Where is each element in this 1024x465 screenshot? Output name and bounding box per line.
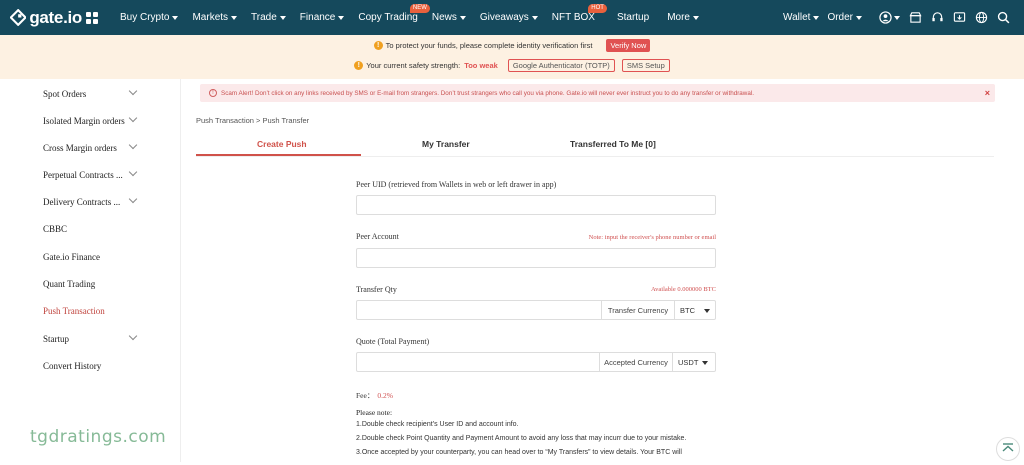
nav-finance[interactable]: Finance xyxy=(300,12,345,23)
transfer-qty-group: Transfer Currency BTC xyxy=(356,300,716,320)
transfer-currency-label: Transfer Currency xyxy=(602,301,675,319)
chevron-down-icon xyxy=(531,15,538,20)
chevron-down-icon xyxy=(813,15,820,20)
fee-row: Fee： 0.2% xyxy=(356,390,393,401)
chevron-down-icon xyxy=(128,167,138,177)
download-app-icon[interactable] xyxy=(953,11,966,24)
note-line: 2.Double check Point Quantity and Paymen… xyxy=(356,435,687,442)
nav-order[interactable]: Order xyxy=(827,12,862,23)
chevron-down-icon xyxy=(856,15,862,20)
nav-trade[interactable]: Trade xyxy=(251,12,286,23)
quote-group: Accepted Currency USDT xyxy=(356,352,716,372)
top-nav: gate.io Buy Crypto Markets Trade Finance… xyxy=(0,0,1024,35)
nav-startup[interactable]: Startup xyxy=(617,12,649,23)
main-menu: Buy Crypto Markets Trade Finance Copy Tr… xyxy=(120,0,713,35)
sms-setup-button[interactable]: SMS Setup xyxy=(621,59,670,72)
nav-news[interactable]: News xyxy=(432,12,466,23)
transfer-qty-input[interactable] xyxy=(357,301,602,319)
fee-label: Fee： xyxy=(356,391,375,400)
nav-more[interactable]: More xyxy=(667,12,699,23)
sidebar-item-push-transaction[interactable]: Push Transaction xyxy=(43,306,143,316)
sidebar-item-convert-history[interactable]: Convert History xyxy=(43,361,143,371)
nav-buy-crypto[interactable]: Buy Crypto xyxy=(120,12,179,23)
peer-uid-input[interactable] xyxy=(356,195,716,215)
peer-account-label: Peer Account xyxy=(356,232,399,241)
quote-label: Quote (Total Payment) xyxy=(356,337,430,346)
nav-right: Wallet Order xyxy=(783,0,1010,35)
sidebar-item-gate-finance[interactable]: Gate.io Finance xyxy=(43,252,143,262)
peer-account-hint: Note: input the receiver's phone number … xyxy=(588,234,716,241)
note-line: 3.Once accepted by your counterparty, yo… xyxy=(356,449,682,456)
sidebar: Spot Orders Isolated Margin orders Cross… xyxy=(0,79,181,462)
transfer-currency-select[interactable]: BTC xyxy=(675,301,715,319)
accepted-currency-label: Accepted Currency xyxy=(600,353,673,371)
brand-logo[interactable]: gate.io xyxy=(10,8,82,28)
chevron-down-icon xyxy=(128,194,138,204)
available-balance: Available 0.000000 BTC xyxy=(650,286,716,293)
chevron-down-icon xyxy=(172,15,179,20)
chevron-down-icon xyxy=(279,15,286,20)
verify-now-button[interactable]: Verify Now xyxy=(606,39,651,52)
breadcrumb: Push Transaction > Push Transfer xyxy=(196,116,310,125)
tab-my-transfer[interactable]: My Transfer xyxy=(422,139,470,149)
chevron-down-icon xyxy=(894,15,900,20)
note-line: 1.Double check recipient’s User ID and a… xyxy=(356,421,519,428)
tab-create-push[interactable]: Create Push xyxy=(257,139,307,149)
new-badge: NEW xyxy=(409,4,430,13)
fee-value: 0.2% xyxy=(377,391,393,400)
google-authenticator-button[interactable]: Google Authenticator (TOTP) xyxy=(507,59,615,72)
close-icon[interactable]: × xyxy=(985,88,990,98)
identity-notice-text: To protect your funds, please complete i… xyxy=(385,41,593,50)
store-icon[interactable] xyxy=(909,11,922,24)
user-avatar-icon[interactable] xyxy=(879,11,892,24)
notes-title: Please note: xyxy=(356,408,393,417)
scam-alert: ! Scam Alert! Don’t click on any links r… xyxy=(200,84,995,102)
sidebar-item-isolated-margin-orders[interactable]: Isolated Margin orders xyxy=(43,116,135,126)
nav-copy-trading[interactable]: Copy Trading NEW xyxy=(358,4,430,23)
gate-logo-icon xyxy=(10,9,27,26)
chevron-down-icon xyxy=(338,15,345,20)
tab-transferred-to-me[interactable]: Transferred To Me [0] xyxy=(570,139,656,149)
chevron-down-icon xyxy=(459,15,466,20)
alert-info-icon: ! xyxy=(209,89,217,97)
support-icon[interactable] xyxy=(931,11,944,24)
chevron-down-icon xyxy=(231,15,238,20)
nav-nft-box[interactable]: NFT BOX HOT xyxy=(552,4,607,23)
transfer-tabs: Create Push My Transfer Transferred To M… xyxy=(196,133,994,157)
accepted-currency-select[interactable]: USDT xyxy=(673,353,713,371)
active-tab-indicator xyxy=(196,154,361,156)
apps-grid-icon[interactable] xyxy=(86,11,98,24)
sidebar-item-delivery-contracts[interactable]: Delivery Contracts ... xyxy=(43,197,127,207)
warning-icon: ! xyxy=(354,61,364,70)
caret-down-icon xyxy=(704,309,710,313)
nav-markets[interactable]: Markets xyxy=(192,12,238,23)
sidebar-item-cbbc[interactable]: CBBC xyxy=(43,224,143,234)
safety-level: Too weak xyxy=(464,61,498,70)
nav-giveaways[interactable]: Giveaways xyxy=(480,12,538,23)
transfer-currency-value: BTC xyxy=(680,305,695,315)
peer-account-input[interactable] xyxy=(356,248,716,268)
arrow-up-icon xyxy=(1002,443,1014,452)
brand-name: gate.io xyxy=(29,7,82,27)
warning-icon: ! xyxy=(373,41,383,50)
scam-alert-text: Scam Alert! Don’t click on any links rec… xyxy=(221,89,755,97)
chevron-down-icon xyxy=(692,15,699,20)
safety-notice: ! Your current safety strength: Too weak… xyxy=(0,59,1024,72)
transfer-qty-label: Transfer Qty xyxy=(356,285,397,294)
caret-down-icon xyxy=(702,361,708,365)
hot-badge: HOT xyxy=(588,4,607,13)
identity-notice: ! To protect your funds, please complete… xyxy=(0,39,1024,52)
peer-uid-label: Peer UID (retrieved from Wallets in web … xyxy=(356,180,557,189)
sidebar-item-perpetual-contracts[interactable]: Perpetual Contracts ... xyxy=(43,170,127,180)
security-notice: ! To protect your funds, please complete… xyxy=(0,35,1024,79)
quote-input[interactable] xyxy=(357,353,600,371)
watermark: tgdratings.com xyxy=(30,427,167,447)
back-to-top-button[interactable] xyxy=(996,437,1020,461)
search-icon[interactable] xyxy=(997,11,1010,24)
safety-notice-text: Your current safety strength: xyxy=(366,61,461,70)
sidebar-item-quant-trading[interactable]: Quant Trading xyxy=(43,279,143,289)
nav-wallet[interactable]: Wallet xyxy=(783,12,820,23)
accepted-currency-value: USDT xyxy=(678,357,699,367)
globe-icon[interactable] xyxy=(975,11,988,24)
